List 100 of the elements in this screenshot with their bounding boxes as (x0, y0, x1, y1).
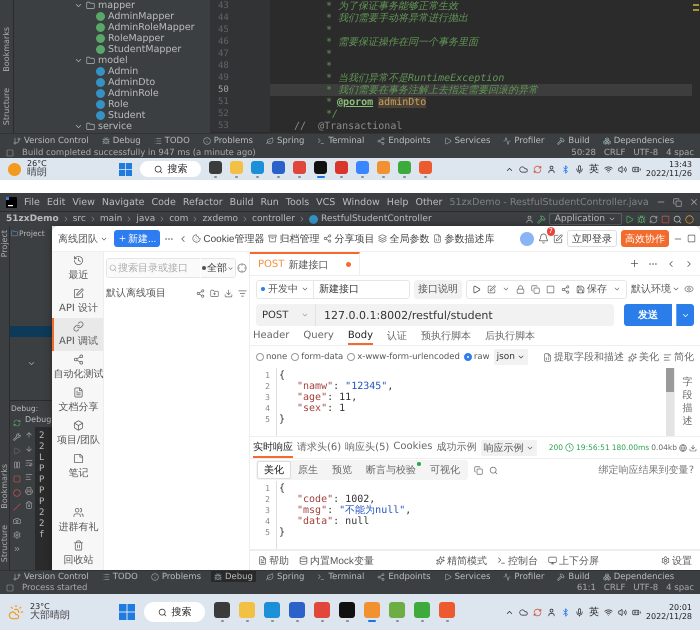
search-field[interactable]: 搜索目录或接口 (106, 258, 200, 278)
expand-chevron-icon[interactable] (74, 1, 83, 10)
side-tab[interactable]: Project (0, 230, 9, 258)
status-item[interactable]: 4 spac (666, 583, 694, 593)
status-item[interactable]: 50:28 (571, 148, 596, 158)
penguin-icon[interactable] (546, 164, 556, 174)
request-section-tab[interactable]: 后执行脚本 (485, 328, 536, 345)
bluetooth-icon[interactable] (560, 164, 570, 174)
response-tab[interactable]: Cookies (393, 437, 432, 458)
status-item[interactable]: CRLF (604, 148, 626, 158)
search-input[interactable]: 搜索目录或接口 (118, 262, 200, 274)
locate-icon[interactable] (237, 263, 247, 273)
view-tab[interactable]: 断言与校验 (359, 461, 423, 479)
clock-time[interactable]: 13:43 (668, 160, 692, 169)
more-icon[interactable] (12, 545, 20, 553)
download-icon[interactable] (689, 444, 697, 452)
tool-window-tab[interactable]: Profiler (500, 571, 548, 582)
environment-select[interactable]: 默认环境 (631, 282, 680, 296)
request-section-tab[interactable]: Header (253, 328, 290, 345)
expand-chevron-icon[interactable] (74, 122, 83, 131)
tree-item[interactable]: AdminMapper (108, 11, 174, 22)
filter-select[interactable]: 全部 (201, 258, 236, 278)
menu-item[interactable]: Tools (286, 196, 310, 208)
microphone-icon[interactable] (574, 164, 584, 174)
side-tab[interactable]: Structure (2, 88, 11, 125)
tree-item[interactable]: Role (108, 99, 128, 110)
tool-window-tab[interactable]: Spring (262, 134, 308, 147)
restore-icon[interactable] (672, 198, 682, 206)
tool-window-tab[interactable]: Dependencies (600, 134, 678, 147)
toolbar-button[interactable]: 分享项目 (323, 232, 374, 246)
start-button[interactable] (119, 604, 136, 620)
input-method[interactable]: 英 (588, 605, 599, 619)
build-icon[interactable] (536, 214, 546, 224)
wrench-icon[interactable] (12, 433, 20, 441)
url-field[interactable]: 127.0.0.1:8002/restful/student (316, 304, 614, 326)
tool-window-tab[interactable]: Version Control (10, 134, 92, 147)
clock-time[interactable]: 20:01 (668, 602, 692, 612)
square-icon[interactable] (546, 284, 555, 294)
footer-button[interactable]: 帮助 (258, 554, 289, 568)
plus-icon[interactable] (629, 258, 640, 269)
body-type-radio[interactable]: form-data (291, 352, 344, 362)
request-section-tab[interactable]: 认证 (387, 328, 408, 345)
url-input[interactable]: 127.0.0.1:8002/restful/student (316, 308, 614, 322)
maximize-icon[interactable] (687, 234, 696, 243)
breakpoint-icon[interactable] (12, 489, 20, 497)
bluetooth-icon[interactable] (560, 608, 570, 616)
breadcrumb-item[interactable]: main (100, 214, 122, 224)
arrow-down-icon[interactable] (25, 445, 33, 453)
tree-item[interactable]: mapper (98, 0, 135, 11)
tool-window-tab[interactable]: Debug (211, 571, 256, 582)
clock-date[interactable]: 2022/11/28 (646, 612, 692, 622)
status-item[interactable]: 61:1 (576, 583, 596, 593)
tool-window-tab[interactable]: Terminal (314, 134, 368, 147)
input-method[interactable]: 英 (588, 162, 599, 176)
share-icon[interactable] (561, 284, 570, 294)
nav-item[interactable]: 文档分享 (52, 384, 103, 417)
response-tab[interactable]: 成功示例 (436, 437, 476, 458)
body-type-radio[interactable]: raw (464, 352, 490, 362)
body-action-button[interactable]: 美化 (628, 350, 659, 364)
menu-item[interactable]: Navigate (102, 196, 144, 208)
format-select[interactable]: json (494, 349, 528, 365)
bind-variable-link[interactable]: 绑定响应结果到变量? (598, 463, 694, 477)
status-select[interactable]: 开发中 (256, 280, 313, 298)
menu-item[interactable]: Code (151, 196, 176, 208)
scroll-to-end-icon[interactable] (25, 473, 33, 481)
toolbar-button[interactable]: 归档管理 (268, 232, 320, 246)
battery-icon[interactable] (632, 608, 641, 616)
tool-window-tab[interactable]: TODO (98, 571, 141, 582)
tool-window-tab[interactable]: Problems (200, 134, 256, 147)
copy-icon[interactable] (474, 466, 483, 474)
status-item[interactable]: UTF-8 (633, 583, 658, 593)
bell-icon[interactable] (538, 233, 549, 244)
rerun-icon[interactable] (12, 419, 20, 427)
tool-window-tab[interactable]: Debug (98, 134, 144, 147)
body-type-radio[interactable]: none (256, 352, 288, 362)
tree-item[interactable]: AdminRole (108, 88, 159, 99)
caret-icon[interactable] (502, 285, 510, 293)
tree-item[interactable]: Admin (108, 66, 138, 77)
tool-window-tab[interactable]: Build (554, 571, 593, 582)
menu-item[interactable]: VCS (316, 196, 336, 208)
debug-icon[interactable] (637, 214, 646, 224)
nav-item[interactable]: 笔记 (52, 450, 103, 483)
breadcrumb-item[interactable]: com (169, 214, 188, 224)
nav-item[interactable]: 回收站 (52, 537, 103, 570)
tool-window-tab[interactable]: Dependencies (600, 571, 678, 582)
collaborate-button[interactable]: 高效协作 (621, 230, 669, 247)
menu-item[interactable]: Help (386, 196, 408, 208)
example-select[interactable]: 响应示例 (480, 440, 536, 456)
breadcrumb-item[interactable]: controller (252, 214, 295, 224)
sync-icon[interactable] (532, 608, 542, 616)
clock-date[interactable]: 2022/11/26 (646, 169, 692, 178)
menu-item[interactable]: Window (342, 196, 380, 208)
wifi-icon[interactable] (604, 608, 613, 616)
edit-icon[interactable] (487, 284, 496, 294)
footer-button[interactable]: 精简模式 (436, 554, 487, 568)
settings-icon[interactable] (12, 531, 20, 539)
taskbar-search[interactable]: 搜索 (144, 602, 206, 622)
tool-window-tab[interactable]: Version Control (10, 571, 92, 582)
coverage-icon[interactable] (649, 214, 658, 224)
cloud-icon[interactable] (518, 608, 528, 616)
